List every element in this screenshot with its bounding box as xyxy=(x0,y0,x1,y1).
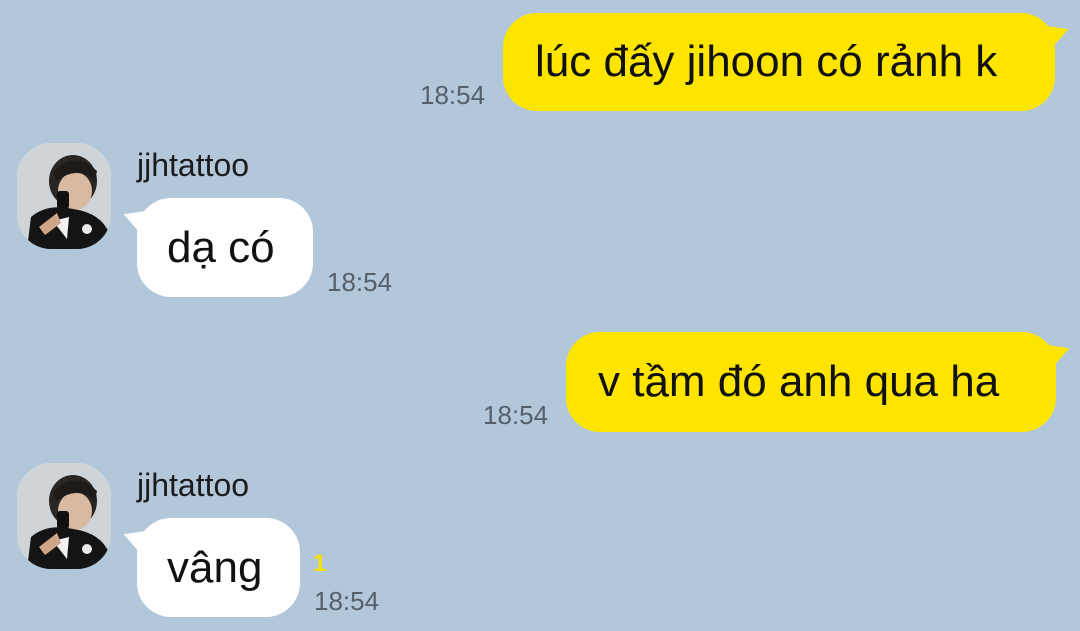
message-bubble-incoming[interactable]: vâng xyxy=(137,518,300,617)
message-row-outgoing: 18:54 v tầm đó anh qua ha xyxy=(0,320,1080,440)
message-row-incoming: jjhtattoo dạ có 18:54 xyxy=(0,130,1080,310)
chat-area[interactable]: 18:54 lúc đấy jihoon có rảnh k jjhtattoo… xyxy=(0,0,1080,631)
message-bubble-outgoing[interactable]: lúc đấy jihoon có rảnh k xyxy=(503,13,1055,111)
message-bubble-incoming[interactable]: dạ có xyxy=(137,198,313,297)
message-row-incoming: jjhtattoo vâng 1 18:54 xyxy=(0,450,1080,631)
message-timestamp: 18:54 xyxy=(314,586,380,616)
message-timestamp: 18:54 xyxy=(327,267,393,297)
unread-count-badge: 1 xyxy=(313,550,327,577)
message-bubble-outgoing[interactable]: v tầm đó anh qua ha xyxy=(566,332,1056,432)
profile-photo-icon xyxy=(17,463,111,569)
sender-name: jjhtattoo xyxy=(137,467,250,503)
avatar[interactable] xyxy=(17,463,111,569)
message-timestamp: 18:54 xyxy=(483,400,549,430)
sender-name: jjhtattoo xyxy=(137,147,250,183)
avatar[interactable] xyxy=(17,143,111,249)
message-timestamp: 18:54 xyxy=(420,80,486,110)
profile-photo-icon xyxy=(17,143,111,249)
message-row-outgoing: 18:54 lúc đấy jihoon có rảnh k xyxy=(0,0,1080,120)
